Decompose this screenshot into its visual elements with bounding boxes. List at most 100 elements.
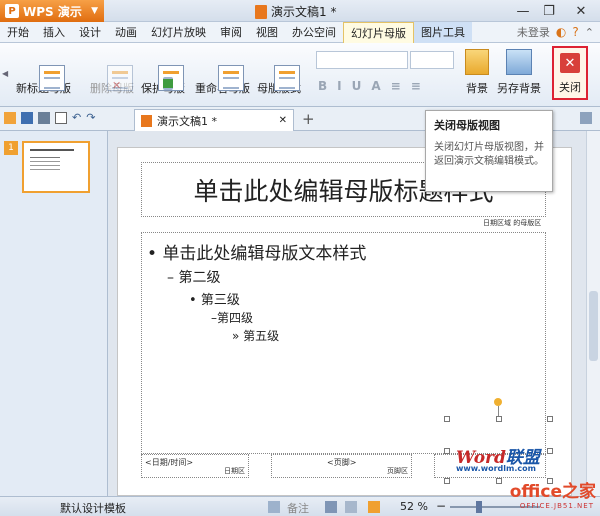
document-title: 演示文稿1 * <box>271 5 337 19</box>
collapse-ribbon-icon[interactable]: ⌃ <box>585 26 594 39</box>
design-template-label: 默认设计模板 <box>60 502 126 515</box>
title-bar: P WPS 演示 ▼ 演示文稿1 * — ❐ ✕ <box>0 0 600 22</box>
tab-document-label: 演示文稿1 * <box>157 114 217 128</box>
zoom-level: 52 % <box>400 500 428 513</box>
thumb-title-line <box>30 149 74 151</box>
tab-close-icon[interactable]: ✕ <box>279 115 287 126</box>
resize-handle[interactable] <box>547 416 553 422</box>
font-name-select[interactable] <box>316 51 408 69</box>
login-link[interactable]: 未登录 <box>517 24 550 40</box>
quick-access-toolbar: ↶ ↷ <box>4 112 95 124</box>
print-icon[interactable] <box>38 112 50 124</box>
minimize-button[interactable]: — <box>510 0 536 22</box>
help-icon[interactable]: ? <box>572 25 578 39</box>
zoom-slider-thumb[interactable] <box>476 501 482 513</box>
resize-handle[interactable] <box>496 416 502 422</box>
save-background-label: 另存背景 <box>497 82 541 95</box>
bold-button[interactable]: B <box>318 79 327 93</box>
date-placeholder[interactable]: <日期/时间> 日期区 <box>141 454 249 478</box>
print-preview-icon[interactable] <box>55 112 67 124</box>
font-color-button[interactable]: A <box>371 79 380 93</box>
ribbon: ◀ 新标题母版 删除母版 保护母版 重命名母版 母版版式 B I U A ≡ ≡… <box>0 43 600 107</box>
lock-icon <box>158 65 184 91</box>
restore-button[interactable]: ❐ <box>536 0 562 22</box>
slideshow-view-icon[interactable] <box>368 501 380 513</box>
undo-icon[interactable]: ↶ <box>72 112 81 124</box>
text-level-3: • 第三级 <box>189 289 240 308</box>
menu-item-view[interactable]: 视图 <box>249 22 285 43</box>
vertical-scrollbar[interactable] <box>586 131 600 496</box>
rotation-handle[interactable] <box>494 398 502 406</box>
menu-item-review[interactable]: 审阅 <box>213 22 249 43</box>
window-close-button[interactable]: ✕ <box>562 0 600 22</box>
add-tab-button[interactable]: + <box>302 110 315 128</box>
close-icon: ✕ <box>560 53 580 73</box>
skin-icon[interactable]: ◐ <box>556 25 566 39</box>
title-area-label: 日期区域 的母版区 <box>483 219 542 227</box>
background-button[interactable]: 背景 <box>465 49 489 96</box>
save-background-button[interactable]: 另存背景 <box>497 49 541 96</box>
menu-item-design[interactable]: 设计 <box>72 22 108 43</box>
menu-item-insert[interactable]: 插入 <box>36 22 72 43</box>
presentation-icon <box>255 4 267 19</box>
menu-item-start[interactable]: 开始 <box>0 22 36 43</box>
resize-handle[interactable] <box>444 478 450 484</box>
bullet: • <box>189 293 197 308</box>
master-slide[interactable]: 单击此处编辑母版标题样式 日期区域 的母版区 • 单击此处编辑母版文本样式 – … <box>117 147 572 496</box>
normal-view-icon[interactable] <box>325 501 337 513</box>
menu-item-slideshow[interactable]: 幻灯片放映 <box>144 22 213 43</box>
master-layout-button[interactable]: 母版版式 <box>257 49 301 96</box>
app-menu-button[interactable]: P WPS 演示 ▼ <box>0 0 104 22</box>
zoom-out-icon[interactable]: − <box>436 500 448 513</box>
notes-icon[interactable] <box>268 501 280 513</box>
delete-master-icon <box>107 65 133 91</box>
picture-icon <box>506 49 532 75</box>
delete-master-button[interactable]: 删除母版 <box>90 49 134 96</box>
bullet: • <box>147 244 158 264</box>
slide-thumbnail[interactable] <box>22 141 90 193</box>
brand-watermark: office之家 <box>509 482 596 502</box>
menu-item-animation[interactable]: 动画 <box>108 22 144 43</box>
underline-button[interactable]: U <box>352 79 362 93</box>
menu-item-picture-tools[interactable]: 图片工具 <box>414 21 472 43</box>
numbering-button[interactable]: ≡ <box>411 79 421 93</box>
font-size-select[interactable] <box>410 51 454 69</box>
rename-master-button[interactable]: 重命名母版 <box>195 49 250 96</box>
redo-icon[interactable]: ↷ <box>86 112 95 124</box>
bullet: – <box>167 270 174 286</box>
ribbon-scroll-left-icon[interactable]: ◀ <box>2 69 8 78</box>
notes-label[interactable]: 备注 <box>287 500 309 516</box>
sorter-view-icon[interactable] <box>345 501 357 513</box>
footer-area-label: 页脚区 <box>387 467 408 475</box>
scrollbar-thumb[interactable] <box>589 291 598 361</box>
wps-logo-icon: P <box>5 4 19 18</box>
tab-document[interactable]: 演示文稿1 * ✕ <box>134 109 294 131</box>
body-placeholder[interactable]: • 单击此处编辑母版文本样式 – 第二级 • 第三级 –第四级 » 第五级 <box>141 232 546 454</box>
italic-button[interactable]: I <box>337 79 341 93</box>
resize-handle[interactable] <box>444 448 450 454</box>
level-4-text: 第四级 <box>217 311 254 325</box>
chevron-down-icon: ▼ <box>91 6 98 16</box>
close-master-view-button[interactable]: ✕ 关闭 <box>552 46 588 100</box>
resize-handle[interactable] <box>444 416 450 422</box>
protect-master-button[interactable]: 保护母版 <box>141 49 185 96</box>
menu-item-slide-master[interactable]: 幻灯片母版 <box>343 21 414 43</box>
new-title-master-button[interactable]: 新标题母版 <box>16 49 71 96</box>
rename-icon <box>217 65 244 91</box>
resize-handle[interactable] <box>547 448 553 454</box>
bullet: » <box>232 329 240 343</box>
close-master-tooltip: 关闭母版视图 关闭幻灯片母版视图，并返回演示文稿编辑模式。 <box>425 110 553 192</box>
tooltip-body: 关闭幻灯片母版视图，并返回演示文稿编辑模式。 <box>434 142 544 167</box>
level-5-text: 第五级 <box>243 329 280 343</box>
text-level-4: –第四级 <box>211 309 253 326</box>
open-folder-icon[interactable] <box>4 112 16 124</box>
date-text: <日期/时间> <box>145 458 194 467</box>
menu-item-office-space[interactable]: 办公空间 <box>285 22 343 43</box>
resize-handle[interactable] <box>496 478 502 484</box>
save-icon[interactable] <box>21 112 33 124</box>
bullets-button[interactable]: ≡ <box>391 79 401 93</box>
footer-placeholder[interactable]: <页脚> 页脚区 <box>271 454 412 478</box>
panel-toggle-icon[interactable] <box>580 112 592 124</box>
background-label: 背景 <box>466 82 488 95</box>
format-row: B I U A ≡ ≡ <box>318 79 421 93</box>
